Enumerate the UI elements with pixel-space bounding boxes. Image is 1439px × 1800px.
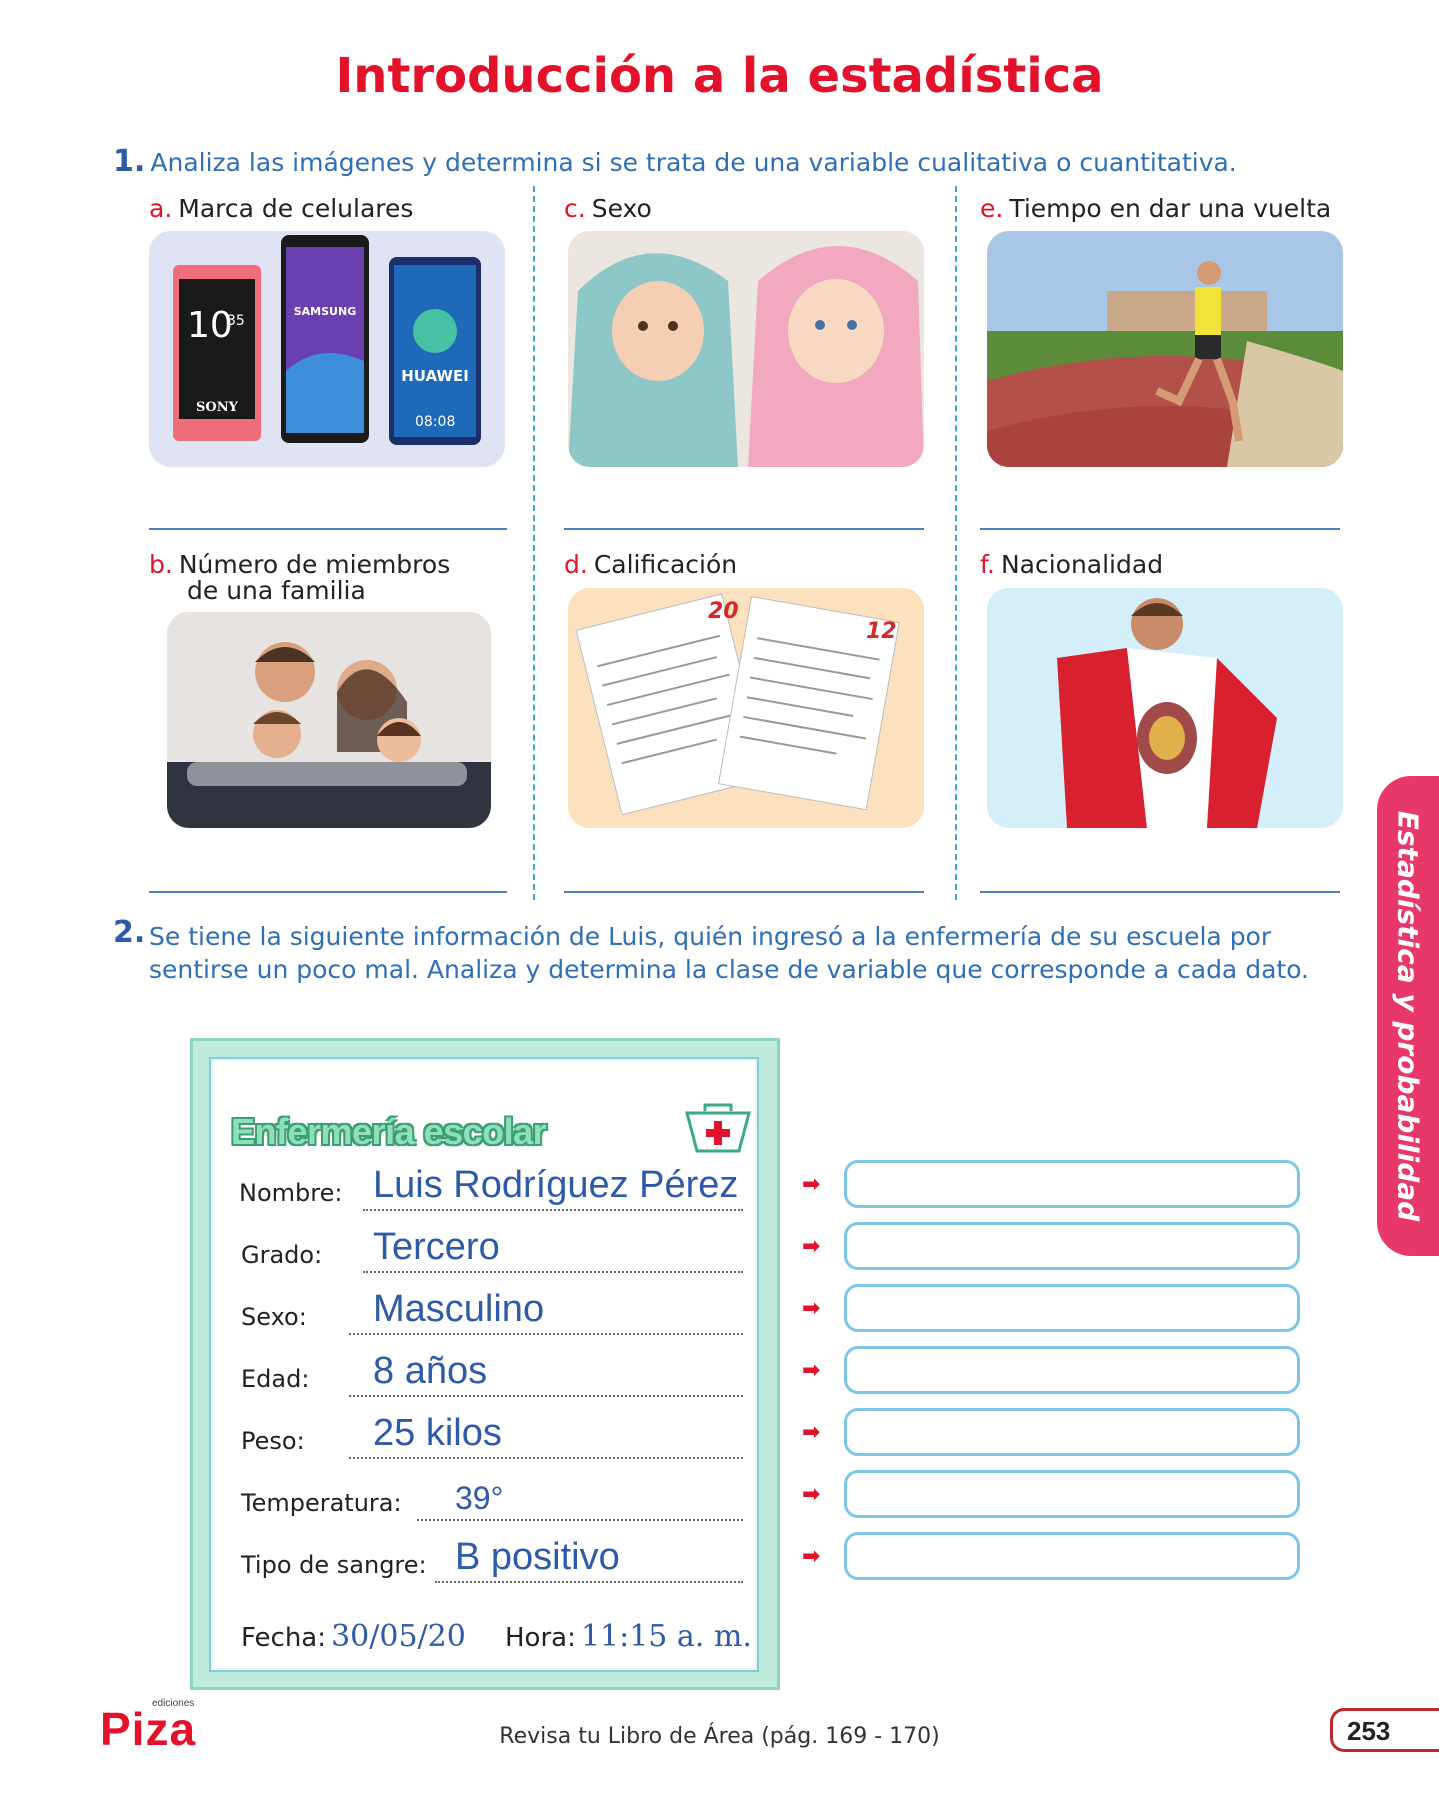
svg-text:08:08: 08:08 [415, 414, 455, 430]
question-2: 2. Se tiene la siguiente información de … [113, 916, 1343, 986]
svg-text:SONY: SONY [196, 400, 239, 415]
family-illustration [167, 612, 491, 828]
arrow-right-icon: ➡ [802, 1420, 821, 1445]
answer-line-e[interactable] [980, 528, 1340, 530]
exam-image: 20 12 [568, 588, 924, 828]
answer-line-a[interactable] [149, 528, 507, 530]
svg-text:HUAWEI: HUAWEI [401, 367, 469, 385]
answer-line-b[interactable] [149, 891, 507, 893]
arrow-right-icon: ➡ [802, 1234, 821, 1259]
question-text: Analiza las imágenes y determina si se t… [150, 148, 1237, 177]
question-text: Se tiene la siguiente información de Lui… [149, 922, 1309, 984]
fecha-row: Fecha: 30/05/20 [241, 1619, 466, 1654]
nurse-card-inner: Enfermería escolar Nombre: Luis Rodrígue… [209, 1057, 759, 1672]
arrow-right-icon: ➡ [802, 1172, 821, 1197]
field-temperatura: Temperatura: 39° [211, 1471, 761, 1521]
question-number: 1. [113, 144, 146, 179]
item-a-label: a. Marca de celulares [149, 194, 414, 223]
answer-box-nombre[interactable] [844, 1160, 1300, 1208]
answer-box-temperatura[interactable] [844, 1470, 1300, 1518]
question-number: 2. [113, 915, 146, 950]
runner-image [987, 231, 1343, 467]
field-peso: Peso: 25 kilos [211, 1409, 761, 1459]
question-1: 1. Analiza las imágenes y determina si s… [113, 144, 1353, 179]
section-side-tab: Estadística y probabilidad [1377, 776, 1439, 1256]
answer-line-f[interactable] [980, 891, 1340, 893]
page-number: 253 [1347, 1716, 1391, 1746]
field-edad: Edad: 8 años [211, 1347, 761, 1397]
item-c-label: c. Sexo [564, 194, 652, 223]
answer-line-d[interactable] [564, 891, 924, 893]
answer-box-sexo[interactable] [844, 1284, 1300, 1332]
svg-text:35: 35 [227, 313, 245, 329]
svg-text:12: 12 [866, 619, 897, 644]
item-e-label: e. Tiempo en dar una vuelta [980, 194, 1332, 223]
item-b-label: b. Número de miembros de una familia [149, 550, 451, 605]
svg-text:SAMSUNG: SAMSUNG [294, 305, 356, 318]
page-title: Introducción a la estadística [335, 48, 1104, 104]
peru-flag-illustration [987, 588, 1343, 828]
exam-papers-illustration: 20 12 [568, 588, 924, 828]
column-divider [955, 186, 957, 900]
column-divider [533, 186, 535, 900]
answer-box-tipo-sangre[interactable] [844, 1532, 1300, 1580]
family-image [167, 612, 491, 828]
phones-illustration: 10 35 SONY SAMSUNG HUAWEI 08:08 [173, 235, 481, 445]
first-aid-kit-icon [685, 1103, 751, 1153]
svg-text:10: 10 [187, 305, 233, 346]
field-nombre: Nombre: Luis Rodríguez Pérez [211, 1161, 761, 1211]
arrow-right-icon: ➡ [802, 1544, 821, 1569]
field-sexo: Sexo: Masculino [211, 1285, 761, 1335]
hora-row: Hora: 11:15 a. m. [505, 1619, 752, 1654]
runner-illustration [987, 231, 1343, 467]
answer-box-edad[interactable] [844, 1346, 1300, 1394]
field-tipo-sangre: Tipo de sangre: B positivo [211, 1533, 761, 1583]
babies-illustration [568, 231, 924, 467]
svg-text:20: 20 [708, 599, 739, 624]
field-grado: Grado: Tercero [211, 1223, 761, 1273]
answer-box-grado[interactable] [844, 1222, 1300, 1270]
page-number-box: 253 [1330, 1708, 1439, 1752]
nurse-card: Enfermería escolar Nombre: Luis Rodrígue… [190, 1038, 780, 1690]
item-d-label: d. Calificación [564, 550, 738, 579]
babies-image [568, 231, 924, 467]
phones-image: 10 35 SONY SAMSUNG HUAWEI 08:08 [149, 231, 505, 467]
book-reference: Revisa tu Libro de Área (pág. 169 - 170) [499, 1724, 940, 1749]
nurse-card-title: Enfermería escolar [231, 1111, 547, 1152]
arrow-right-icon: ➡ [802, 1482, 821, 1507]
arrow-right-icon: ➡ [802, 1358, 821, 1383]
answer-line-c[interactable] [564, 528, 924, 530]
item-f-label: f. Nacionalidad [980, 550, 1164, 579]
answer-box-peso[interactable] [844, 1408, 1300, 1456]
arrow-right-icon: ➡ [802, 1296, 821, 1321]
flag-image [987, 588, 1343, 828]
